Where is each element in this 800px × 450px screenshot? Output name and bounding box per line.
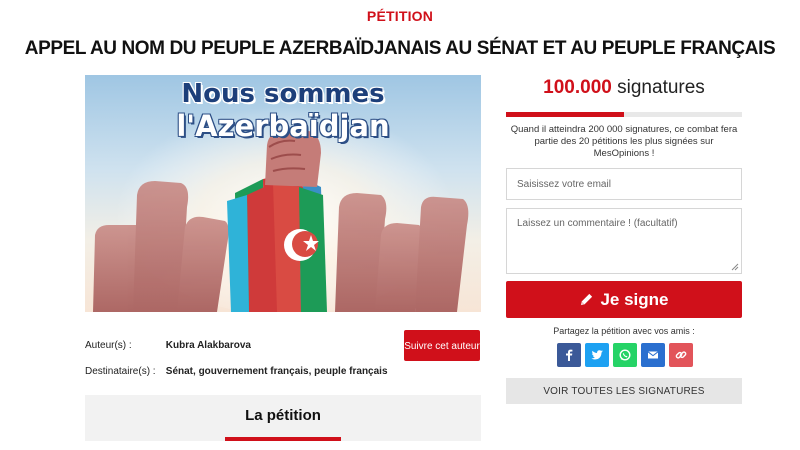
comment-textarea[interactable]	[506, 208, 742, 274]
email-input[interactable]	[506, 168, 742, 200]
follow-author-button[interactable]: Suivre cet auteur	[404, 330, 480, 361]
signature-count-value: 100.000	[543, 77, 612, 98]
recipients-label: Destinataire(s) :	[85, 366, 156, 377]
share-label: Partagez la pétition avec vos amis :	[553, 326, 695, 336]
whatsapp-icon	[619, 349, 631, 361]
author-row: Auteur(s) : Kubra Alakbarova	[85, 340, 251, 351]
email-icon	[647, 351, 659, 359]
recipients-row: Destinataire(s) : Sénat, gouvernement fr…	[85, 366, 388, 377]
signature-goal-text: Quand il atteindra 200 000 signatures, c…	[510, 124, 738, 159]
share-buttons	[557, 343, 693, 367]
share-facebook-button[interactable]	[557, 343, 581, 367]
share-whatsapp-button[interactable]	[613, 343, 637, 367]
petition-tab[interactable]: La pétition	[85, 395, 481, 441]
twitter-icon	[591, 350, 603, 360]
tab-active-indicator	[225, 437, 341, 441]
share-twitter-button[interactable]	[585, 343, 609, 367]
hero-headline-top: Nous sommes	[181, 79, 385, 109]
pencil-icon	[581, 293, 593, 306]
signature-count-unit: signatures	[617, 77, 705, 98]
resize-handle-icon[interactable]	[731, 263, 739, 271]
share-email-button[interactable]	[641, 343, 665, 367]
recipients-value: Sénat, gouvernement français, peuple fra…	[165, 366, 388, 377]
sign-button-label: Je signe	[600, 289, 669, 309]
tab-petition-label: La pétition	[245, 407, 321, 424]
author-name: Kubra Alakbarova	[165, 340, 251, 351]
page-kicker: PÉTITION	[366, 8, 434, 24]
hero-headline-bottom: l'Azerbaïdjan	[176, 109, 390, 143]
facebook-icon	[566, 349, 573, 361]
petition-image: Nous sommes l'Azerbaïdjan	[85, 75, 481, 312]
sign-petition-button[interactable]: Je signe	[506, 281, 742, 318]
share-link-button[interactable]	[669, 343, 693, 367]
author-label: Auteur(s) :	[85, 340, 132, 351]
link-icon	[675, 351, 687, 359]
signature-progress-bar	[506, 112, 742, 117]
signature-progress-fill	[506, 112, 624, 117]
petition-title: APPEL AU NOM DU PEUPLE AZERBAÏDJANAIS AU…	[24, 38, 776, 59]
view-all-signatures-button[interactable]: VOIR TOUTES LES SIGNATURES	[506, 378, 742, 404]
signature-counter: 100.000 signatures	[506, 77, 742, 99]
